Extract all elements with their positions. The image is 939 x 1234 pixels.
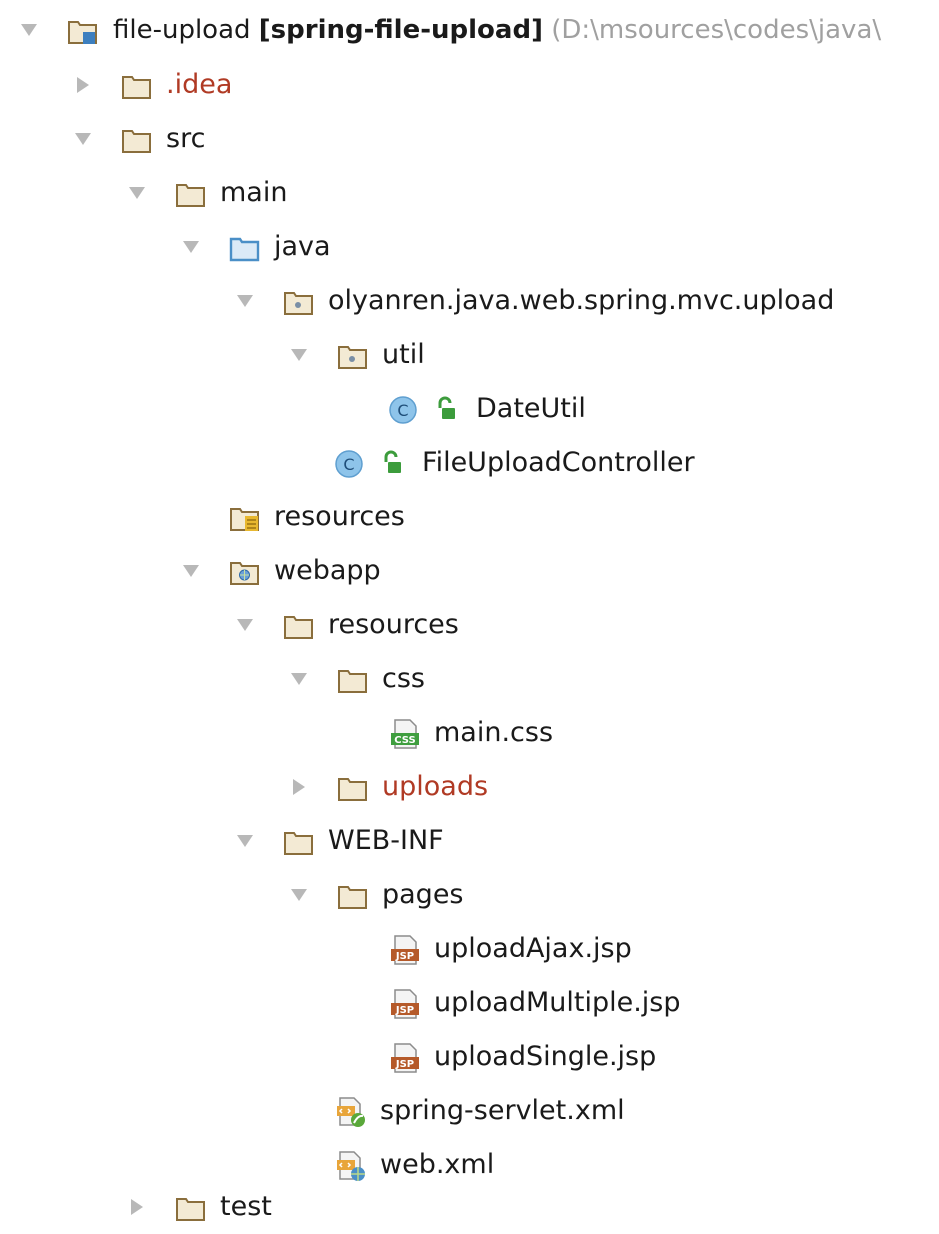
folder-icon: [336, 879, 370, 913]
lock-icon: [376, 447, 410, 481]
tree-node-webapp[interactable]: webapp: [0, 544, 939, 598]
web-folder-icon: [228, 555, 262, 589]
tree-node-package[interactable]: olyanren.java.web.spring.mvc.upload: [0, 274, 939, 328]
tree-node-root[interactable]: file-upload [spring-file-upload] (D:\mso…: [0, 3, 939, 57]
svg-text:JSP: JSP: [395, 1005, 414, 1016]
tree-node-label: uploads: [382, 771, 489, 802]
folder-icon: [336, 771, 370, 805]
css-file-icon: CSS: [388, 717, 422, 751]
tree-node-uploads[interactable]: uploads: [0, 760, 939, 814]
tree-node-web-inf[interactable]: WEB-INF: [0, 814, 939, 868]
tree-node-test[interactable]: test: [0, 1180, 939, 1234]
tree-node-main[interactable]: main: [0, 166, 939, 220]
tree-node-label: util: [382, 339, 425, 370]
tree-node-label: main: [220, 177, 288, 208]
expand-arrow-icon[interactable]: [68, 70, 98, 100]
project-tree: file-upload [spring-file-upload] (D:\mso…: [0, 0, 939, 1222]
folder-icon: [282, 825, 316, 859]
tree-node-label: uploadMultiple.jsp: [434, 987, 681, 1018]
tree-node-java[interactable]: java: [0, 220, 939, 274]
lock-icon: [430, 393, 464, 427]
jsp-file-icon: JSP: [388, 987, 422, 1021]
resources-folder-icon: [228, 501, 262, 535]
tree-node-label: resources: [274, 501, 405, 532]
collapse-arrow-icon[interactable]: [176, 556, 206, 586]
tree-node-label: src: [166, 123, 206, 154]
folder-icon: [120, 123, 154, 157]
tree-node-label: main.css: [434, 717, 554, 748]
tree-node-label: spring-servlet.xml: [380, 1095, 625, 1126]
svg-text:JSP: JSP: [395, 951, 414, 962]
tree-node-label: .idea: [166, 69, 233, 100]
collapse-arrow-icon[interactable]: [176, 232, 206, 262]
tree-node-pages[interactable]: pages: [0, 868, 939, 922]
tree-node-label: css: [382, 663, 425, 694]
tree-node-label: uploadSingle.jsp: [434, 1041, 657, 1072]
tree-node-label: FileUploadController: [422, 447, 695, 478]
tree-node-label: olyanren.java.web.spring.mvc.upload: [328, 285, 835, 316]
collapse-arrow-icon[interactable]: [284, 880, 314, 910]
tree-node-main-css[interactable]: CSS main.css: [0, 706, 939, 760]
collapse-arrow-icon[interactable]: [230, 610, 260, 640]
expand-arrow-icon[interactable]: [284, 772, 314, 802]
folder-icon: [336, 663, 370, 697]
tree-node-label: resources: [328, 609, 459, 640]
tree-node-upload-single-jsp[interactable]: JSP uploadSingle.jsp: [0, 1030, 939, 1084]
module-folder-icon: [66, 14, 100, 48]
jsp-file-icon: JSP: [388, 1041, 422, 1075]
expand-arrow-icon[interactable]: [122, 1192, 152, 1222]
collapse-arrow-icon[interactable]: [68, 124, 98, 154]
svg-text:C: C: [397, 401, 408, 420]
root-name: file-upload: [113, 15, 251, 45]
spring-xml-file-icon: [334, 1095, 368, 1129]
collapse-arrow-icon[interactable]: [122, 178, 152, 208]
tree-node-fileuploadcontroller[interactable]: C FileUploadController: [0, 436, 939, 490]
svg-text:CSS: CSS: [394, 735, 415, 746]
tree-node-src[interactable]: src: [0, 112, 939, 166]
tree-node-label: DateUtil: [476, 393, 586, 424]
root-module: [spring-file-upload]: [258, 15, 543, 45]
collapse-arrow-icon[interactable]: [284, 664, 314, 694]
collapse-arrow-icon[interactable]: [14, 15, 44, 45]
tree-node-upload-ajax-jsp[interactable]: JSP uploadAjax.jsp: [0, 922, 939, 976]
web-xml-file-icon: [334, 1149, 368, 1183]
tree-node-css[interactable]: css: [0, 652, 939, 706]
folder-icon: [120, 69, 154, 103]
tree-node-label: java: [274, 231, 331, 262]
collapse-arrow-icon[interactable]: [230, 826, 260, 856]
tree-node-label: WEB-INF: [328, 825, 444, 856]
root-path: (D:\msources\codes\java\: [551, 15, 882, 45]
tree-node-label: webapp: [274, 555, 381, 586]
svg-text:C: C: [343, 455, 354, 474]
tree-node-webapp-resources[interactable]: resources: [0, 598, 939, 652]
tree-node-idea[interactable]: .idea: [0, 58, 939, 112]
svg-text:JSP: JSP: [395, 1059, 414, 1070]
tree-node-resources[interactable]: resources: [0, 490, 939, 544]
folder-icon: [174, 177, 208, 211]
folder-icon: [282, 609, 316, 643]
tree-node-dateutil[interactable]: C DateUtil: [0, 382, 939, 436]
tree-node-util[interactable]: util: [0, 328, 939, 382]
package-icon: [282, 285, 316, 319]
java-class-icon: C: [386, 393, 420, 427]
tree-node-label: uploadAjax.jsp: [434, 933, 632, 964]
package-icon: [336, 339, 370, 373]
folder-icon: [174, 1191, 208, 1225]
tree-node-label: test: [220, 1191, 272, 1222]
tree-node-spring-servlet-xml[interactable]: spring-servlet.xml: [0, 1084, 939, 1138]
tree-node-upload-multiple-jsp[interactable]: JSP uploadMultiple.jsp: [0, 976, 939, 1030]
source-folder-icon: [228, 231, 262, 265]
jsp-file-icon: JSP: [388, 933, 422, 967]
collapse-arrow-icon[interactable]: [284, 340, 314, 370]
tree-node-label: pages: [382, 879, 464, 910]
java-class-icon: C: [332, 447, 366, 481]
collapse-arrow-icon[interactable]: [230, 286, 260, 316]
